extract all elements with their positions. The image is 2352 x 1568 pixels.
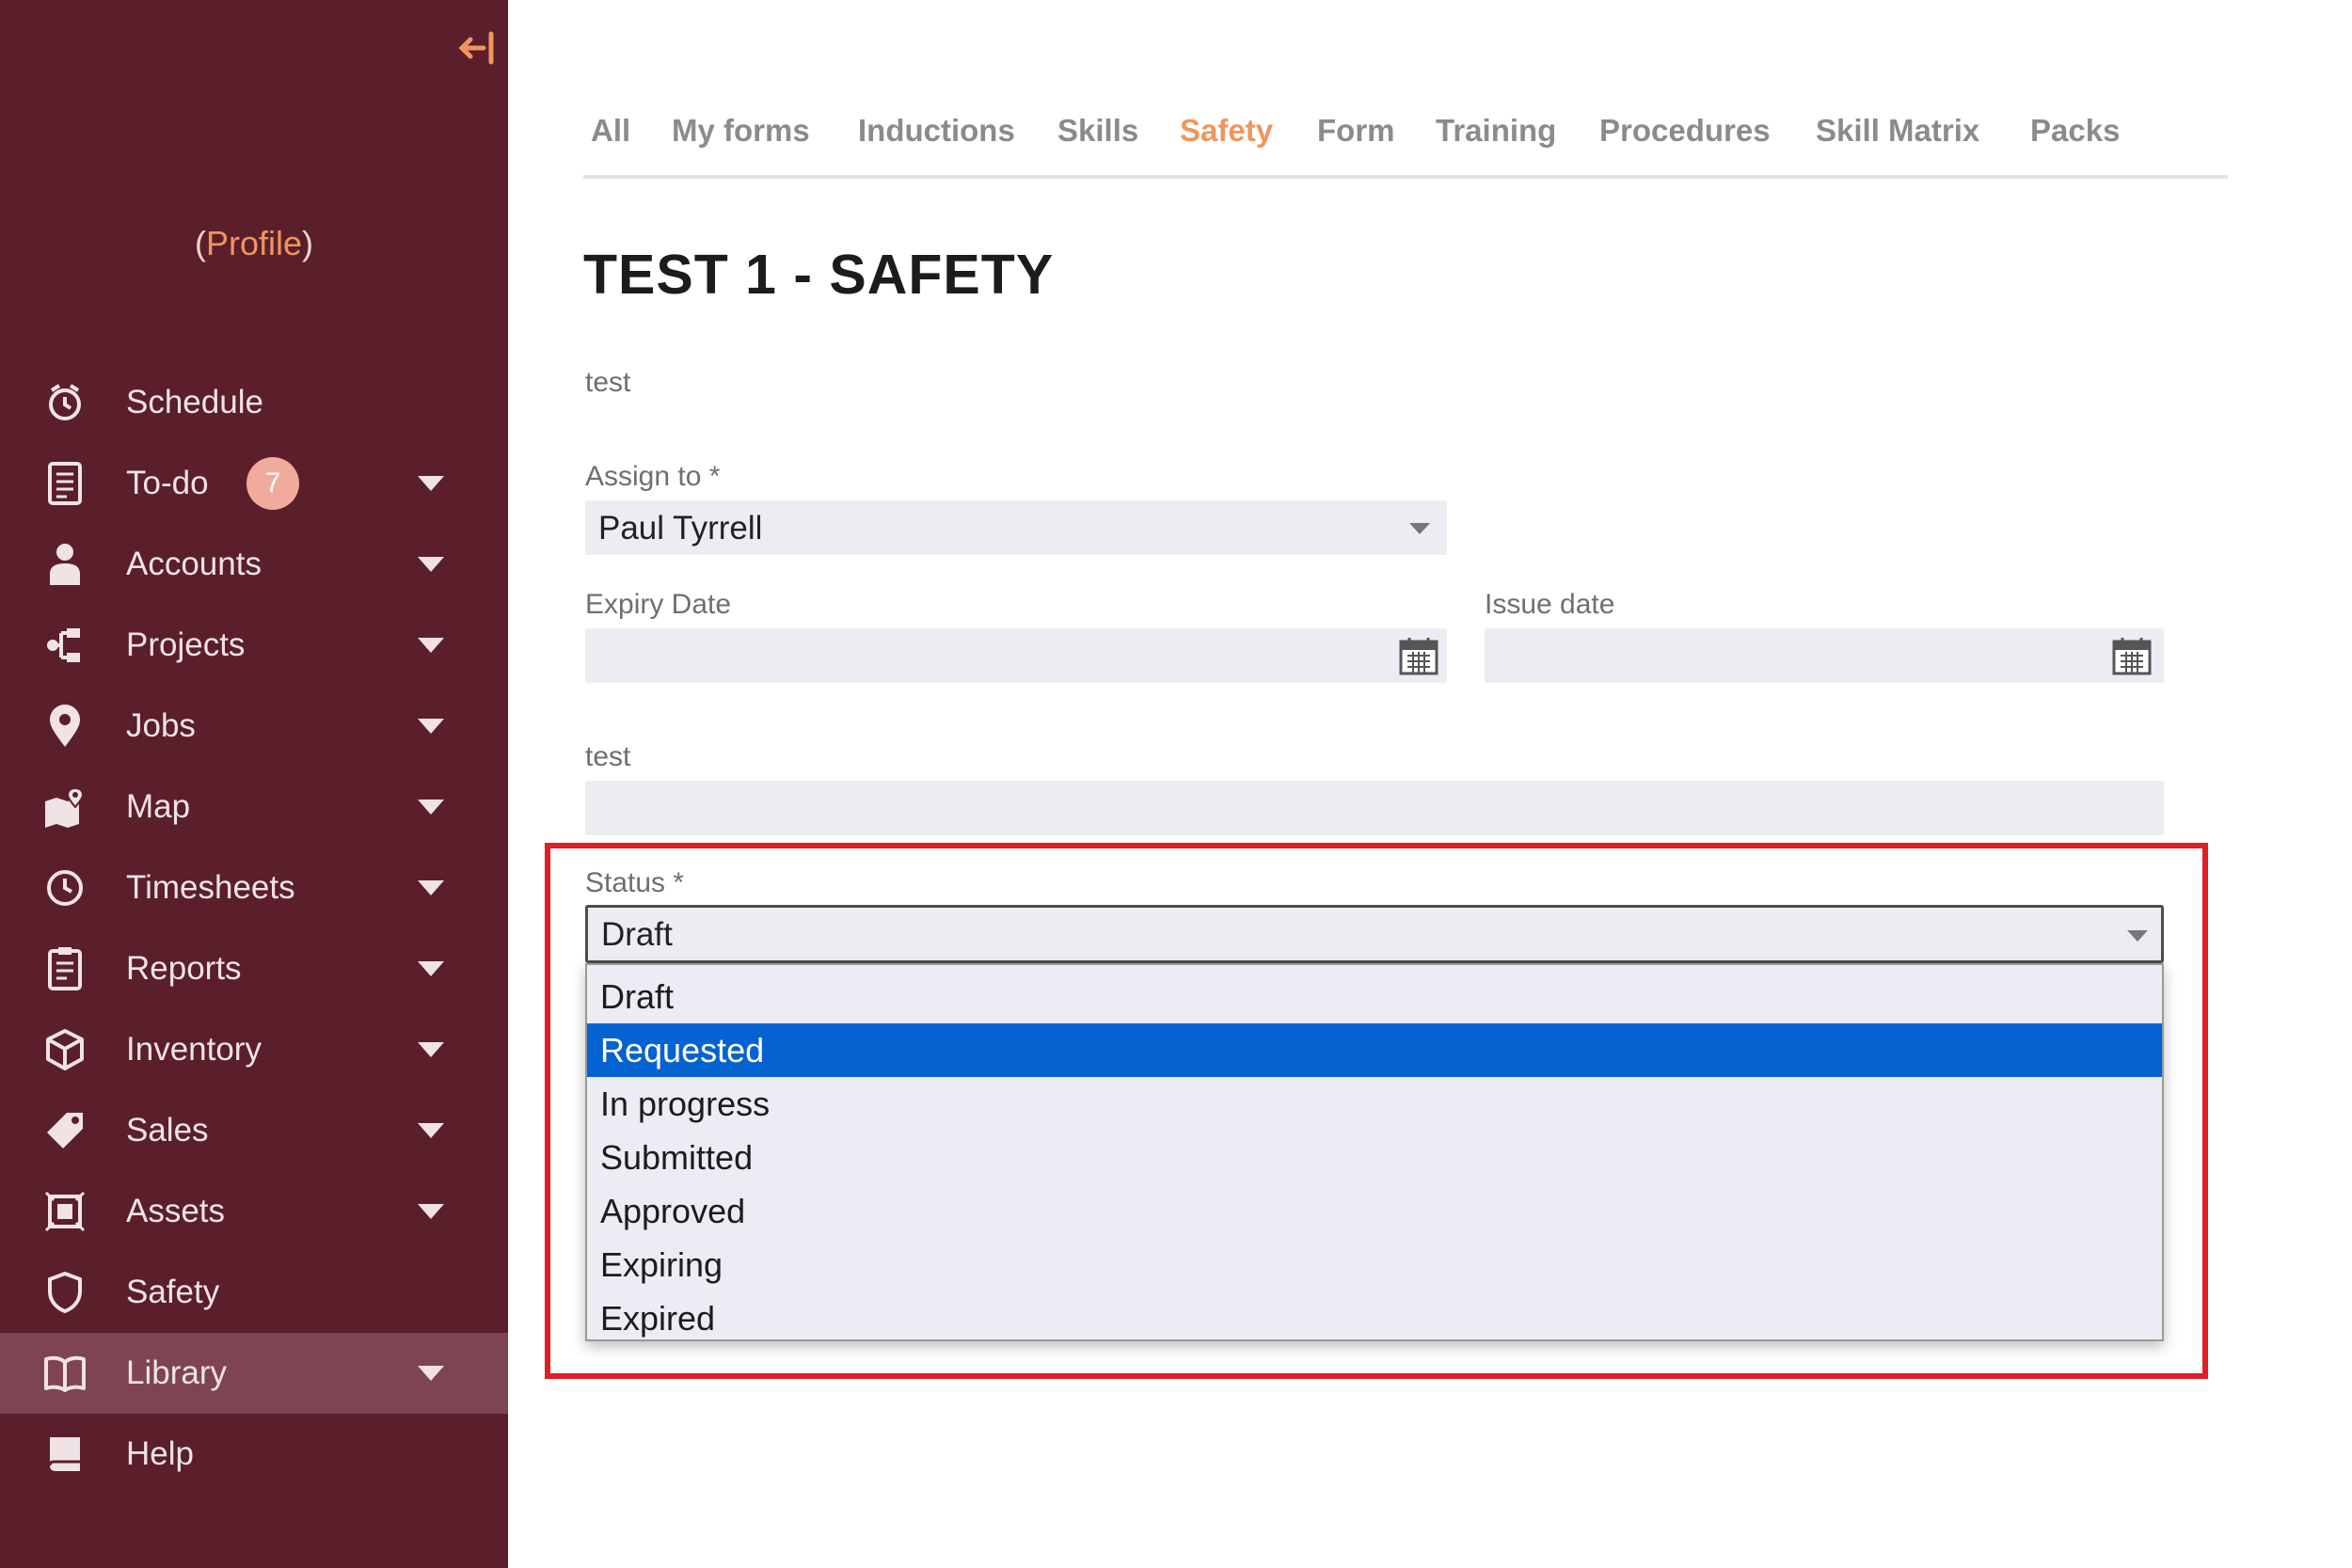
collapse-sidebar-icon[interactable] [455, 26, 499, 70]
issue-date-label: Issue date [1485, 589, 1615, 620]
sidebar-item-label: Schedule [126, 384, 263, 420]
todo-count-badge: 7 [246, 457, 299, 510]
sidebar-item-todo[interactable]: To-do 7 [0, 443, 508, 524]
status-dropdown-list: Draft Requested In progress Submitted Ap… [585, 963, 2164, 1341]
chevron-down-icon[interactable] [418, 638, 444, 653]
tab-inductions[interactable]: Inductions [858, 113, 1015, 149]
chevron-down-icon[interactable] [418, 719, 444, 734]
sidebar: (Profile) Schedule To-do 7 Accounts Proj… [0, 0, 508, 1568]
sidebar-item-jobs[interactable]: Jobs [0, 686, 508, 767]
library-tabs: All My forms Inductions Skills Safety Fo… [583, 103, 2228, 179]
chevron-down-icon[interactable] [418, 961, 444, 976]
status-option-submitted[interactable]: Submitted [587, 1131, 2162, 1184]
calendar-icon[interactable] [1398, 635, 1439, 676]
chevron-down-icon[interactable] [418, 1042, 444, 1057]
chevron-down-icon[interactable] [418, 1123, 444, 1138]
sidebar-item-label: Inventory [126, 1031, 262, 1068]
sidebar-item-label: Sales [126, 1112, 209, 1148]
profile-open-paren: ( [194, 224, 206, 262]
profile-close-paren: ) [302, 224, 314, 262]
reports-icon [40, 943, 90, 994]
sidebar-item-accounts[interactable]: Accounts [0, 524, 508, 605]
sidebar-item-sales[interactable]: Sales [0, 1090, 508, 1171]
chevron-down-icon[interactable] [418, 557, 444, 572]
sidebar-item-label: Projects [126, 626, 246, 663]
chevron-down-icon [2127, 930, 2148, 942]
tab-procedures[interactable]: Procedures [1599, 113, 1771, 149]
tag-icon [40, 1105, 90, 1156]
expiry-date-field[interactable] [585, 628, 1447, 683]
chevron-down-icon[interactable] [418, 880, 444, 895]
tab-my-forms[interactable]: My forms [672, 113, 810, 149]
sidebar-item-label: Map [126, 788, 191, 825]
tab-skills[interactable]: Skills [1057, 113, 1138, 149]
chevron-down-icon[interactable] [418, 1204, 444, 1219]
status-value: Draft [601, 916, 673, 953]
assign-to-label: Assign to * [585, 461, 721, 492]
tab-training[interactable]: Training [1436, 113, 1556, 149]
sidebar-item-map[interactable]: Map [0, 767, 508, 847]
tab-packs[interactable]: Packs [2030, 113, 2120, 149]
expiry-date-label: Expiry Date [585, 589, 732, 620]
sidebar-item-label: Timesheets [126, 869, 295, 906]
help-icon [40, 1429, 90, 1480]
calendar-icon[interactable] [2111, 635, 2153, 676]
issue-date-field[interactable] [1485, 628, 2164, 683]
profile-line: (Profile) [0, 224, 508, 263]
sidebar-item-label: Reports [126, 950, 242, 987]
page-title: TEST 1 - SAFETY [583, 244, 1055, 306]
tab-safety[interactable]: Safety [1180, 113, 1273, 149]
form-description: test [585, 367, 631, 398]
map-icon [40, 782, 90, 832]
sidebar-item-label: Assets [126, 1193, 226, 1229]
app-window: (Profile) Schedule To-do 7 Accounts Proj… [0, 0, 2352, 1568]
tab-skill-matrix[interactable]: Skill Matrix [1816, 113, 1979, 149]
sidebar-item-assets[interactable]: Assets [0, 1171, 508, 1252]
assign-to-value: Paul Tyrrell [598, 510, 763, 546]
sidebar-item-label: Help [126, 1435, 194, 1472]
sidebar-item-label: Safety [126, 1274, 220, 1310]
projects-icon [40, 620, 90, 671]
schedule-icon [40, 377, 90, 428]
status-label: Status * [585, 867, 685, 898]
tab-form[interactable]: Form [1317, 113, 1395, 149]
sidebar-item-label: Jobs [126, 707, 196, 744]
sidebar-item-projects[interactable]: Projects [0, 605, 508, 686]
sidebar-item-schedule[interactable]: Schedule [0, 362, 508, 443]
status-option-in-progress[interactable]: In progress [587, 1077, 2162, 1131]
status-option-expiring[interactable]: Expiring [587, 1238, 2162, 1291]
clock-icon [40, 863, 90, 913]
text-field-input[interactable] [585, 781, 2164, 835]
assign-to-select[interactable]: Paul Tyrrell [585, 500, 1447, 555]
status-option-approved[interactable]: Approved [587, 1184, 2162, 1238]
sidebar-item-label: To-do [126, 465, 209, 501]
text-field-label: test [585, 741, 631, 772]
chevron-down-icon[interactable] [418, 1366, 444, 1381]
todo-icon [40, 458, 90, 509]
location-pin-icon [40, 701, 90, 752]
chevron-down-icon [1409, 523, 1430, 534]
sidebar-item-timesheets[interactable]: Timesheets [0, 847, 508, 928]
status-option-requested[interactable]: Requested [587, 1023, 2162, 1077]
sidebar-item-inventory[interactable]: Inventory [0, 1009, 508, 1090]
sidebar-item-help[interactable]: Help [0, 1414, 508, 1495]
status-option-expired[interactable]: Expired [587, 1291, 2162, 1345]
status-select[interactable]: Draft [585, 905, 2164, 963]
status-option-draft[interactable]: Draft [587, 970, 2162, 1023]
tab-all[interactable]: All [591, 113, 630, 149]
chevron-down-icon[interactable] [418, 476, 444, 491]
sidebar-item-label: Accounts [126, 546, 262, 582]
chevron-down-icon[interactable] [418, 800, 444, 815]
profile-link[interactable]: Profile [206, 224, 302, 262]
sidebar-item-safety[interactable]: Safety [0, 1252, 508, 1333]
shield-icon [40, 1267, 90, 1318]
assets-icon [40, 1186, 90, 1237]
box-icon [40, 1024, 90, 1075]
sidebar-item-reports[interactable]: Reports [0, 928, 508, 1009]
book-icon [40, 1348, 90, 1399]
sidebar-item-label: Library [126, 1354, 227, 1391]
sidebar-item-library[interactable]: Library [0, 1333, 508, 1414]
accounts-icon [40, 539, 90, 590]
